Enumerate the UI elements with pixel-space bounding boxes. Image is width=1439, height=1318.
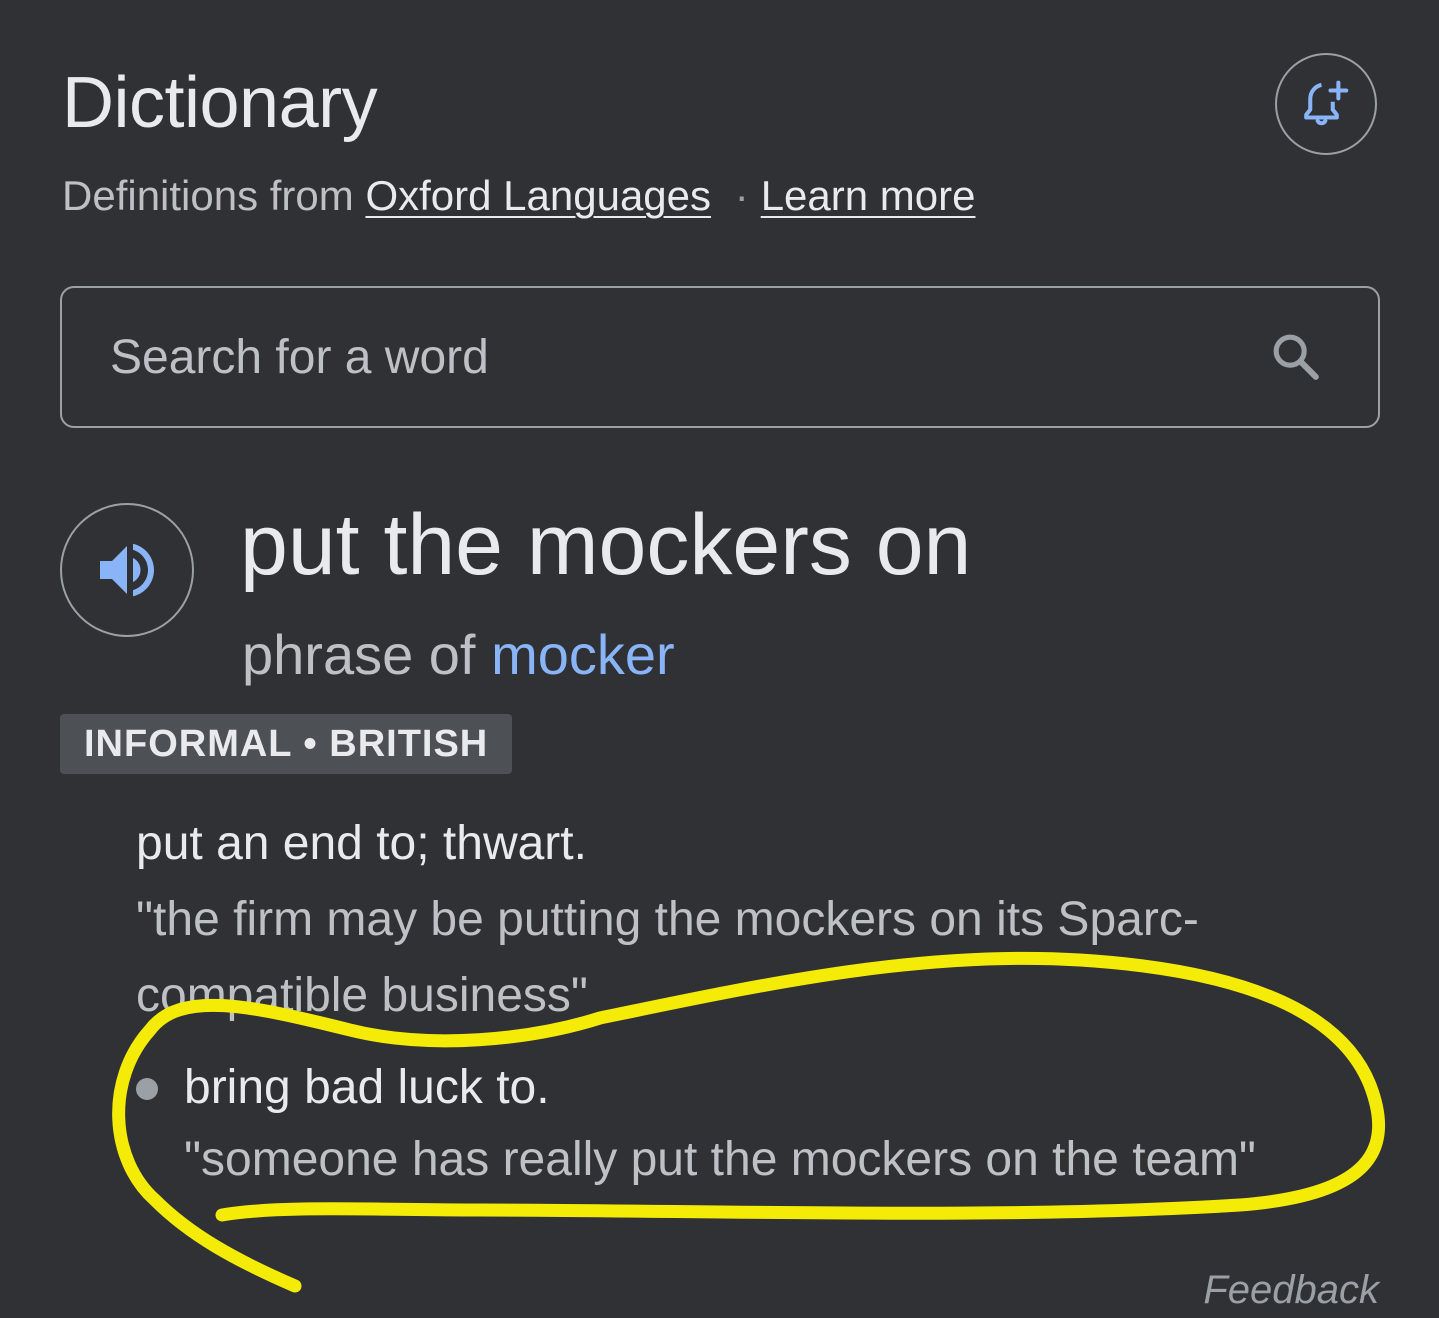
definition: put an end to; thwart.: [136, 817, 587, 870]
source-prefix: Definitions from: [62, 172, 354, 219]
create-alert-button[interactable]: [1275, 53, 1377, 155]
learn-more-link[interactable]: Learn more: [761, 172, 976, 219]
headword: put the mockers on: [240, 497, 972, 593]
separator: ·: [734, 172, 749, 219]
source-attribution: Definitions from Oxford Languages · Learn…: [62, 170, 975, 222]
sense-1: put an end to; thwart. "the firm may be …: [136, 814, 1316, 1034]
search-icon[interactable]: [1266, 327, 1326, 387]
search-input[interactable]: [62, 287, 1266, 427]
example: "the firm may be putting the mockers on …: [136, 893, 1199, 1022]
oxford-languages-link[interactable]: Oxford Languages: [365, 172, 711, 219]
sense-2: bring bad luck to. "someone has really p…: [136, 1058, 1376, 1192]
pronunciation-button[interactable]: [60, 503, 194, 637]
bell-plus-icon: [1304, 80, 1349, 126]
phrase-of: phrase of mocker: [242, 622, 675, 688]
phrase-prefix: phrase of: [242, 623, 476, 686]
search-box: [60, 286, 1380, 428]
bullet: [136, 1078, 158, 1100]
feedback-link[interactable]: Feedback: [1203, 1268, 1379, 1313]
page-title: Dictionary: [62, 63, 378, 143]
usage-label: INFORMAL • BRITISH: [60, 714, 513, 774]
example: "someone has really put the mockers on t…: [184, 1133, 1256, 1186]
definition: bring bad luck to.: [184, 1061, 550, 1114]
speaker-icon: [100, 543, 154, 597]
mocker-link[interactable]: mocker: [491, 623, 675, 686]
